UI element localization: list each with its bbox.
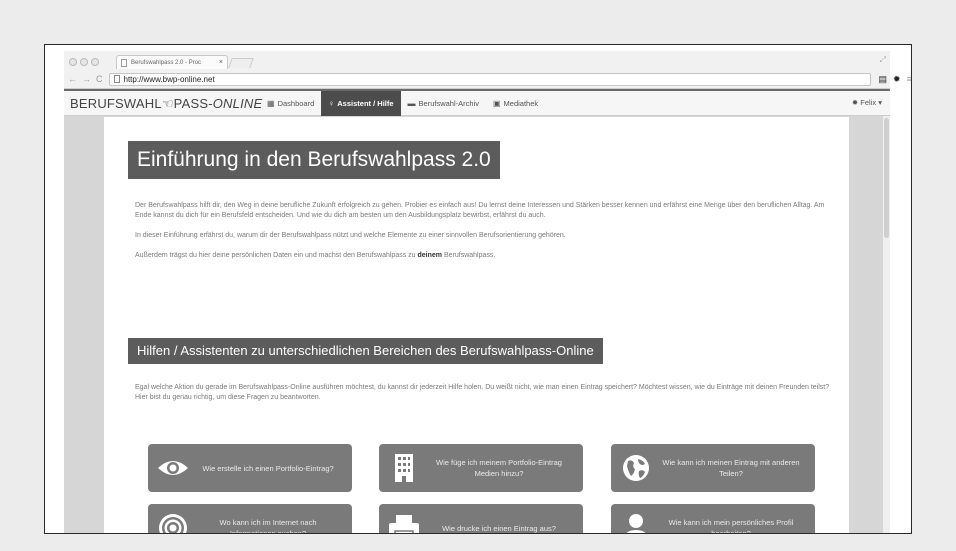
user-name: Felix <box>860 98 877 107</box>
browser-tab[interactable]: Berufswahlpass 2.0 - Proc × <box>116 55 228 69</box>
caret-down-icon: ▾ <box>878 98 882 107</box>
user-icon <box>611 513 661 533</box>
help-button-label: Wie kann ich mein persönliches Profil be… <box>668 518 794 534</box>
close-window-button[interactable] <box>69 58 77 66</box>
nav-berufswahl-archiv[interactable]: ▬ Berufswahl-Archiv <box>401 91 486 116</box>
help-button-label: Wie erstelle ich einen Portfolio-Eintrag… <box>202 463 334 473</box>
nav-label: Dashboard <box>277 99 315 108</box>
intro-paragraph-1: Der Berufswahlpass hilft dir, den Weg in… <box>135 202 825 219</box>
help-paragraph: Egal welche Aktion du gerade im Berufswa… <box>135 384 830 401</box>
section-heading: Hilfen / Assistenten zu unterschiedliche… <box>128 338 603 364</box>
address-bar[interactable]: http://www.bwp-online.net <box>108 72 871 86</box>
page-icon <box>113 75 120 83</box>
page-title: Einführung in den Berufswahlpass 2.0 <box>128 141 500 179</box>
url-text: http://www.bwp-online.net <box>123 74 215 84</box>
help-button-label: Wo kann ich im Internet nach Information… <box>219 518 317 534</box>
gear-icon: ✹ <box>851 98 859 107</box>
maximize-window-button[interactable] <box>91 58 99 66</box>
help-button-print-entry[interactable]: Wie drucke ich einen Eintrag aus? <box>379 504 583 533</box>
page-icon <box>121 58 127 67</box>
nav-dashboard[interactable]: ▦ Dashboard <box>260 91 321 116</box>
back-icon[interactable]: ← <box>68 74 77 84</box>
building-icon <box>379 453 429 483</box>
target-icon <box>148 513 198 533</box>
nav-label: Mediathek <box>503 99 539 108</box>
help-button-label: Wie füge ich meinem Portfolio-Eintrag Me… <box>436 458 562 478</box>
new-tab-button[interactable] <box>228 58 254 68</box>
site-logo[interactable]: BERUFSWAHL☜PASS-ONLINE <box>70 96 262 112</box>
help-button-search-info[interactable]: Wo kann ich im Internet nach Information… <box>148 504 352 534</box>
screenshot-frame: Berufswahlpass 2.0 - Proc × ⤢ ← → C http… <box>44 44 912 534</box>
nav-label: Assistent / Hilfe <box>337 99 394 108</box>
window-controls <box>69 58 99 66</box>
globe-icon <box>611 454 661 482</box>
printer-icon <box>379 514 429 533</box>
web-page: BERUFSWAHL☜PASS-ONLINE ▦ Dashboard ♀ Ass… <box>64 89 890 534</box>
help-button-label: Wie drucke ich einen Eintrag aus? <box>442 523 556 533</box>
eye-icon <box>148 457 198 479</box>
help-button-edit-profile[interactable]: Wie kann ich mein persönliches Profil be… <box>611 504 815 534</box>
tab-title: Berufswahlpass 2.0 - Proc <box>131 59 202 66</box>
main-menu: ▦ Dashboard ♀ Assistent / Hilfe ▬ Berufs… <box>260 91 545 116</box>
logo-text-berufswahl: BERUFSWAHL <box>70 96 162 111</box>
menu-icon[interactable]: ≡ <box>907 74 911 84</box>
intro-text: Berufswahlpass. <box>442 252 496 259</box>
grid-icon: ▦ <box>267 99 275 108</box>
browser-toolbar: ← → C http://www.bwp-online.net ▤ ✹ ≡ <box>68 72 911 86</box>
help-button-create-entry[interactable]: Wie erstelle ich einen Portfolio-Eintrag… <box>148 444 352 492</box>
folder-icon: ▬ <box>407 99 416 108</box>
reload-icon[interactable]: C <box>96 74 103 84</box>
scrollbar-thumb[interactable] <box>884 118 889 238</box>
close-tab-icon[interactable]: × <box>219 59 223 66</box>
intro-paragraph-2: In dieser Einführung erfährst du, warum … <box>135 232 566 239</box>
settings-gear-icon[interactable]: ✹ <box>893 74 901 85</box>
logo-hand-icon: ☜ <box>161 96 174 111</box>
intro-paragraph-3: Außerdem trägst du hier deine persönlich… <box>135 251 835 261</box>
logo-text-online: ONLINE <box>212 96 263 111</box>
bulb-icon: ♀ <box>328 99 335 108</box>
nav-assistent-hilfe[interactable]: ♀ Assistent / Hilfe <box>321 91 401 116</box>
fullscreen-icon[interactable]: ⤢ <box>880 55 886 65</box>
nav-label: Berufswahl-Archiv <box>418 99 479 108</box>
help-button-label: Wie kann ich meinen Eintrag mit anderen … <box>662 458 800 478</box>
minimize-window-button[interactable] <box>80 58 88 66</box>
page-scrollbar[interactable] <box>883 116 890 533</box>
forward-icon[interactable]: → <box>82 74 91 84</box>
main-content: Einführung in den Berufswahlpass 2.0 Der… <box>104 117 849 534</box>
intro-bold: deinem <box>417 252 443 259</box>
help-button-add-media[interactable]: Wie füge ich meinem Portfolio-Eintrag Me… <box>379 444 583 492</box>
user-menu[interactable]: ✹ Felix ▾ <box>852 98 882 107</box>
nav-mediathek[interactable]: ▣ Mediathek <box>486 91 545 116</box>
logo-text-pass: PASS- <box>173 96 213 111</box>
help-button-share-entry[interactable]: Wie kann ich meinen Eintrag mit anderen … <box>611 444 815 492</box>
image-icon: ▣ <box>492 99 501 108</box>
extension-icon[interactable]: ▤ <box>879 74 888 85</box>
intro-text: Außerdem trägst du hier deine persönlich… <box>135 252 418 259</box>
browser-chrome: Berufswahlpass 2.0 - Proc × ⤢ ← → C http… <box>64 51 911 89</box>
site-navbar: BERUFSWAHL☜PASS-ONLINE ▦ Dashboard ♀ Ass… <box>64 89 890 116</box>
